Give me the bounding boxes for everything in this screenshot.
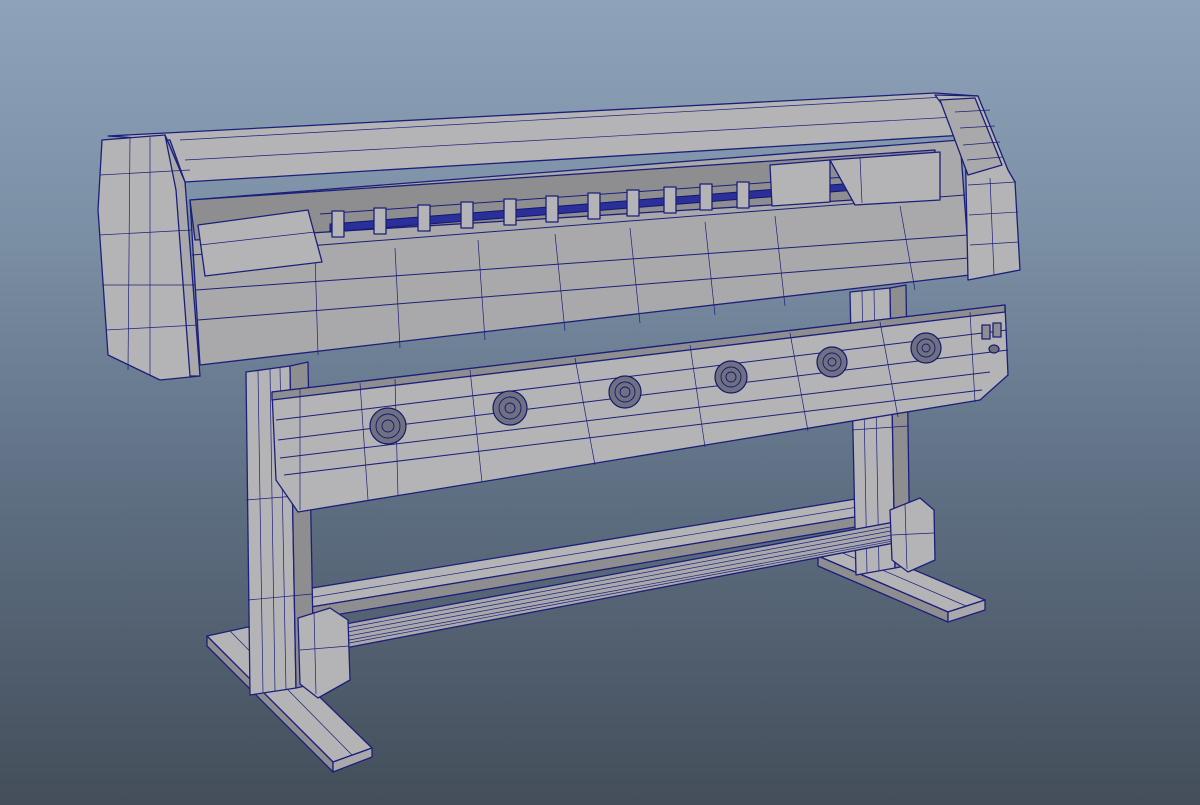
cooling-fan-2: [492, 390, 528, 426]
cooling-fan-1: [369, 407, 407, 445]
cooling-fan-4: [714, 360, 748, 394]
maya-viewport-panel[interactable]: [0, 0, 1200, 805]
cooling-fan-3: [608, 375, 642, 409]
cooling-fan-6: [910, 332, 942, 364]
printer-3d-model[interactable]: [0, 0, 1200, 805]
cooling-fan-5: [816, 346, 848, 378]
